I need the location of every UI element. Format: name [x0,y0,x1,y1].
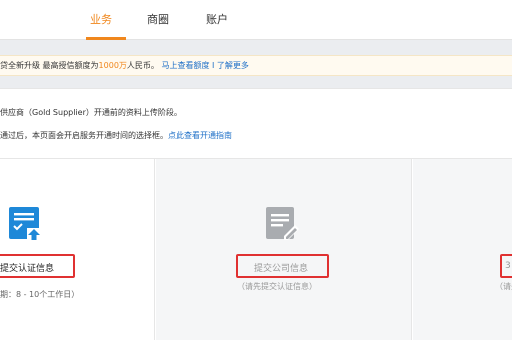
highlight-frame [236,254,329,278]
highlight-frame [0,254,75,278]
top-navigation: 业务 商圈 账户 [0,0,512,40]
highlight-frame [500,254,512,278]
review-description-text: 通过后，本页面会开启服务开通时间的选择框。 [0,131,168,140]
tab-business[interactable]: 业务 [90,11,112,27]
notice-text: 贷全新升级 最高授信额度为 [0,61,99,70]
notice-credit-amount: 1000万 [98,61,127,70]
tab-business-circle[interactable]: 商圈 [147,11,169,27]
onboarding-panel: 供应商（Gold Supplier）开通前的资料上传阶段。 通过后，本页面会开启… [0,88,512,340]
learn-more-link[interactable]: 了解更多 [217,61,249,70]
review-description: 通过后，本页面会开启服务开通时间的选择框。点此查看开通指南 [0,130,232,141]
notice-separator: I [212,61,215,70]
step-subtitle-company-info: （请先提交认证信息） [237,282,317,291]
document-edit-icon [264,206,300,246]
step-card-third: 3 （请先 [413,159,512,340]
steps-container: 提交认证信息 期：8 - 10个工作日） 提交公司信息 （请先提交认证信息） 3… [0,158,512,340]
stage-description: 供应商（Gold Supplier）开通前的资料上传阶段。 [0,108,182,117]
activation-guide-link[interactable]: 点此查看开通指南 [168,131,232,140]
step-subtitle-third: （请先 [495,282,512,291]
certificate-upload-icon [8,206,42,246]
step-card-company-info: 提交公司信息 （请先提交认证信息） [156,159,412,340]
notice-text-suffix: 人民币。 [126,61,159,70]
promotion-notice-bar: 贷全新升级 最高授信额度为1000万人民币。 马上查看额度 I 了解更多 [0,55,512,76]
active-tab-indicator [86,37,126,40]
tab-account[interactable]: 账户 [206,11,228,27]
view-credit-link[interactable]: 马上查看额度 [161,61,209,70]
step-card-certification[interactable]: 提交认证信息 期：8 - 10个工作日） [0,159,155,340]
step-subtitle-certification: 期：8 - 10个工作日） [0,290,80,299]
